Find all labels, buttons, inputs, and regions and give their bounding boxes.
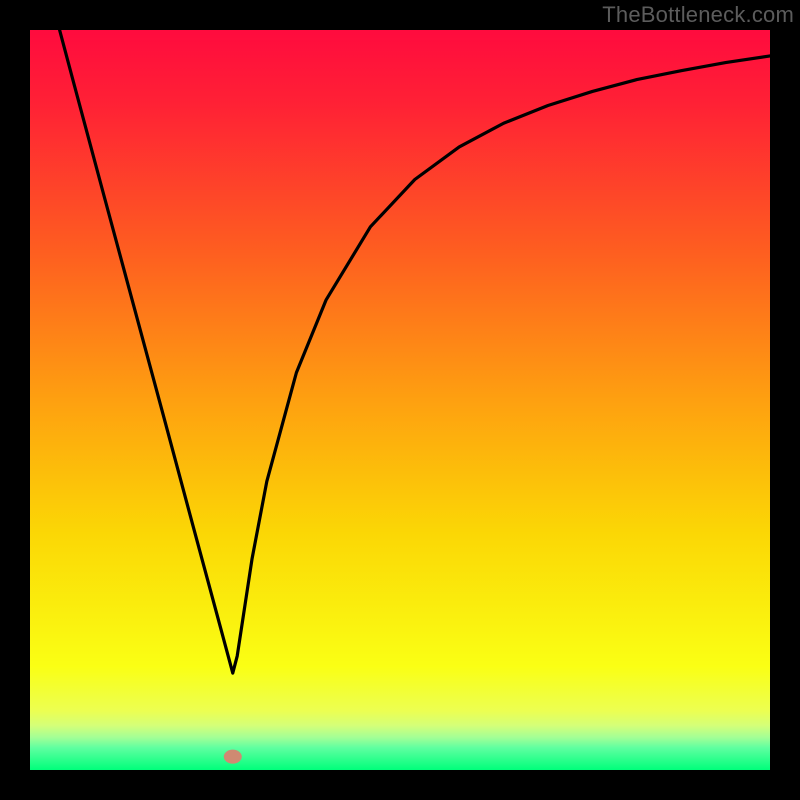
watermark-label: TheBottleneck.com [602,2,794,28]
optimal-point-marker [224,750,242,764]
bottleneck-chart: TheBottleneck.com [0,0,800,800]
chart-svg [0,0,800,800]
plot-background [30,30,770,770]
